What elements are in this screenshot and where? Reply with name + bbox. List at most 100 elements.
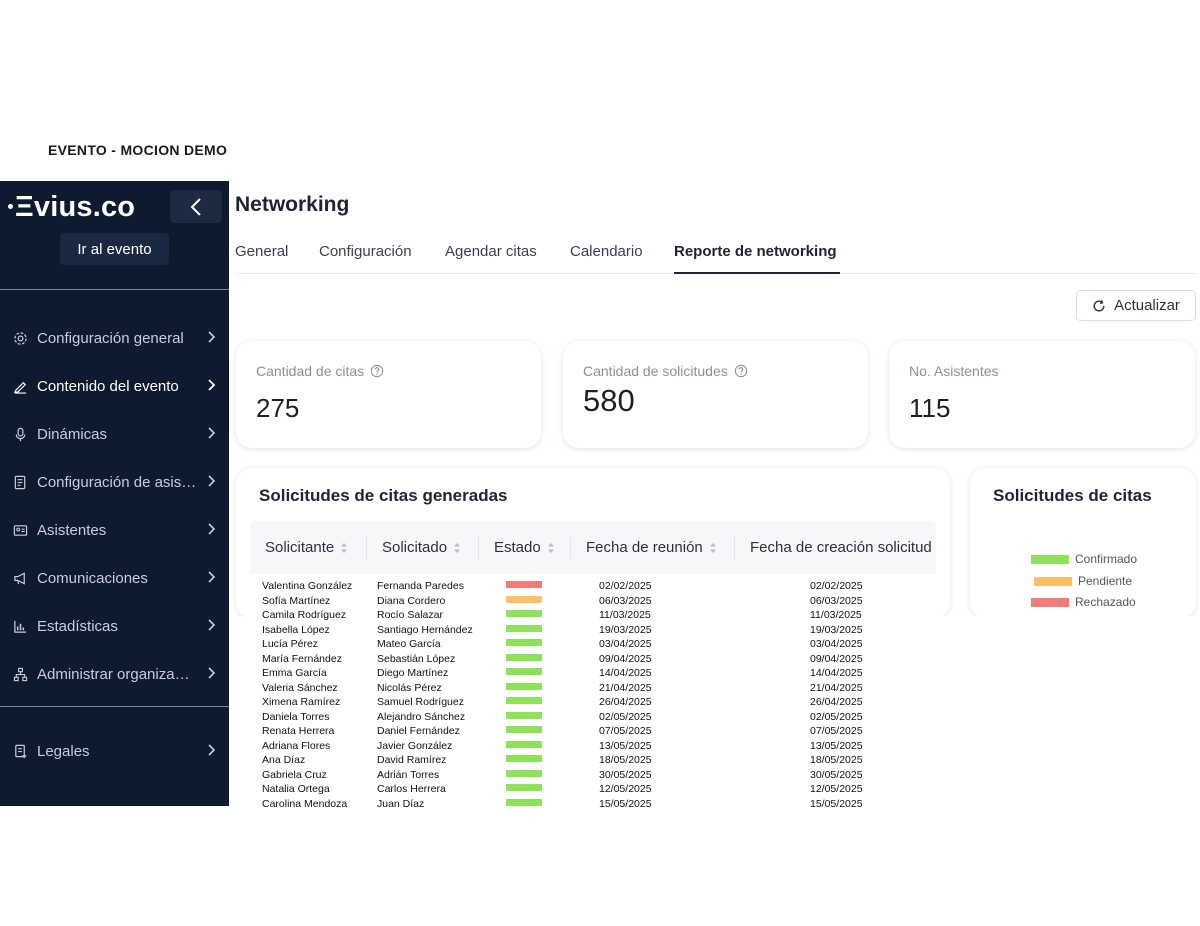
column-label: Estado	[494, 539, 541, 556]
sidebar-item-contenido-del-evento[interactable]: Contenido del evento	[0, 366, 229, 406]
cell-solicitante: Valeria Sánchez	[262, 681, 338, 694]
microphone-icon	[12, 426, 28, 442]
sidebar-item-configuracion-general[interactable]: Configuración general	[0, 318, 229, 358]
cell-fecha-creacion: 07/05/2025	[810, 725, 863, 737]
sidebar-item-estadisticas[interactable]: Estadísticas	[0, 606, 229, 646]
table-row[interactable]: Gabriela Cruz Adrián Torres 30/05/2025 30/0…	[262, 769, 942, 783]
tab-general[interactable]: General	[235, 243, 288, 260]
column-header-solicitante[interactable]: Solicitante	[265, 539, 348, 556]
table-row[interactable]: Renata Herrera Daniel Fernández 07/05/2025…	[262, 725, 942, 739]
column-header-estado[interactable]: Estado	[494, 539, 555, 556]
table-row[interactable]: Lucía Pérez Mateo García 03/04/2025 03/04/2…	[262, 638, 942, 652]
column-label: Solicitado	[382, 539, 448, 556]
status-bar	[506, 726, 542, 733]
cell-fecha-creacion: 18/05/2025	[810, 754, 863, 766]
cell-solicitado: Carlos Herrera	[377, 783, 446, 795]
column-header-fecha-creacion[interactable]: Fecha de creación solicitud	[750, 539, 932, 556]
table-row[interactable]: Natalia Ortega Carlos Herrera 12/05/2025 12…	[262, 783, 942, 797]
sort-icon[interactable]	[340, 542, 348, 554]
table-row[interactable]: Carolina Mendoza Juan Díaz 15/05/2025 15/05…	[262, 798, 942, 812]
cell-solicitado: Sebastián López	[377, 652, 456, 665]
column-header-solicitado[interactable]: Solicitado	[382, 539, 461, 556]
cell-solicitado: Daniel Fernández	[377, 725, 460, 737]
tab-agendar-citas[interactable]: Agendar citas	[445, 243, 537, 260]
column-separator	[570, 537, 571, 559]
chevron-left-icon	[190, 197, 201, 216]
sidebar-item-comunicaciones[interactable]: Comunicaciones	[0, 558, 229, 598]
cell-fecha-reunion: 21/04/2025	[599, 681, 652, 694]
sort-icon[interactable]	[547, 542, 555, 554]
cell-fecha-reunion: 03/04/2025	[599, 638, 652, 650]
status-bar	[506, 668, 542, 675]
cell-solicitante: Daniela Torres	[262, 710, 330, 723]
table-row[interactable]: Isabella López Santiago Hernández 19/03/20…	[262, 624, 942, 638]
table-row[interactable]: María Fernández Sebastián López 09/04/2025…	[262, 653, 942, 667]
table-row[interactable]: Valentina González Fernanda Paredes 02/02/…	[262, 580, 942, 594]
status-bar	[506, 711, 542, 719]
sidebar-item-label: Contenido del evento	[37, 377, 179, 395]
table-row[interactable]: Adriana Flores Javier González 13/05/2025 1…	[262, 740, 942, 754]
table-row[interactable]: Ana Díaz David Ramírez 18/05/2025 18/05/202…	[262, 754, 942, 768]
sidebar-item-administrar-organizacion[interactable]: Administrar organización	[0, 654, 229, 694]
cell-solicitante: Camila Rodríguez	[262, 609, 347, 621]
sidebar-item-configuracion-asistentes[interactable]: Configuración de asistentes	[0, 462, 229, 502]
stat-label-text: Cantidad de solicitudes	[583, 363, 728, 379]
cell-fecha-creacion: 19/03/2025	[810, 623, 863, 636]
help-circle-icon[interactable]	[370, 364, 384, 378]
table-row[interactable]: Camila Rodríguez Rocío Salazar 11/03/2025 1…	[262, 609, 942, 623]
column-separator	[366, 537, 367, 559]
form-icon	[12, 474, 28, 490]
sort-icon[interactable]	[709, 542, 717, 554]
legend-rechazado: Rechazado	[1031, 595, 1136, 609]
refresh-label: Actualizar	[1114, 297, 1180, 314]
tab-reporte-de-networking[interactable]: Reporte de networking	[674, 243, 837, 260]
status-bar	[506, 610, 542, 617]
status-bar	[506, 798, 542, 806]
cell-solicitante: Renata Herrera	[262, 725, 335, 737]
sidebar-item-label: Dinámicas	[37, 425, 108, 443]
sidebar-item-legales[interactable]: Legales	[0, 731, 229, 771]
refresh-button[interactable]: Actualizar	[1076, 290, 1196, 321]
cell-solicitante: Gabriela Cruz	[262, 768, 327, 781]
collapse-sidebar-button[interactable]	[170, 190, 222, 223]
go-to-event-button[interactable]: Ir al evento	[60, 233, 169, 265]
evius-logo[interactable]: Ξvius.co	[8, 191, 135, 224]
chevron-right-icon	[208, 523, 216, 535]
cell-fecha-creacion: 06/03/2025	[810, 594, 863, 607]
tab-configuracion[interactable]: Configuración	[319, 243, 412, 260]
sort-icon[interactable]	[453, 542, 461, 554]
chevron-right-icon	[208, 667, 216, 679]
table-row[interactable]: Emma García Diego Martínez 14/04/2025 14/04…	[262, 667, 942, 681]
help-circle-icon[interactable]	[734, 364, 748, 378]
sidebar-item-dinamicas[interactable]: Dinámicas	[0, 414, 229, 454]
status-bar	[506, 682, 542, 690]
table-row[interactable]: Sofía Martínez Diana Cordero 06/03/2025 06/…	[262, 595, 942, 609]
stat-label: No. Asistentes	[909, 363, 999, 379]
sidebar-item-label: Asistentes	[37, 521, 107, 539]
cell-solicitante: Ana Díaz	[262, 754, 306, 766]
sidebar-item-label: Configuración general	[37, 329, 184, 347]
sidebar-item-asistentes[interactable]: Asistentes	[0, 510, 229, 550]
cell-fecha-creacion: 09/04/2025	[810, 652, 863, 665]
cell-fecha-reunion: 26/04/2025	[599, 696, 652, 708]
stat-value: 580	[583, 383, 635, 418]
table-row[interactable]: Valeria Sánchez Nicolás Pérez 21/04/2025 21…	[262, 682, 942, 696]
legend-swatch	[1031, 554, 1069, 564]
legend-pendiente: Pendiente	[1034, 574, 1132, 588]
column-header-fecha-reunion[interactable]: Fecha de reunión	[586, 539, 717, 556]
cell-fecha-reunion: 30/05/2025	[599, 768, 652, 781]
logo-e-icon: Ξ	[15, 191, 34, 223]
table-row[interactable]: Ximena Ramírez Samuel Rodríguez 26/04/2025…	[262, 696, 942, 710]
cell-fecha-reunion: 12/05/2025	[599, 783, 652, 795]
cell-solicitado: Juan Díaz	[377, 797, 425, 810]
cell-solicitante: Isabella López	[262, 623, 330, 636]
cell-solicitado: Rocío Salazar	[377, 609, 443, 621]
cell-fecha-reunion: 11/03/2025	[599, 609, 651, 621]
table-row[interactable]: Daniela Torres Alejandro Sánchez 02/05/202…	[262, 711, 942, 725]
column-label: Solicitante	[265, 539, 335, 556]
cell-solicitado: Alejandro Sánchez	[377, 710, 466, 723]
cell-solicitante: Natalia Ortega	[262, 783, 330, 795]
stat-value: 275	[256, 393, 300, 423]
cell-fecha-creacion: 15/05/2025	[810, 797, 863, 810]
tab-calendario[interactable]: Calendario	[570, 243, 643, 260]
